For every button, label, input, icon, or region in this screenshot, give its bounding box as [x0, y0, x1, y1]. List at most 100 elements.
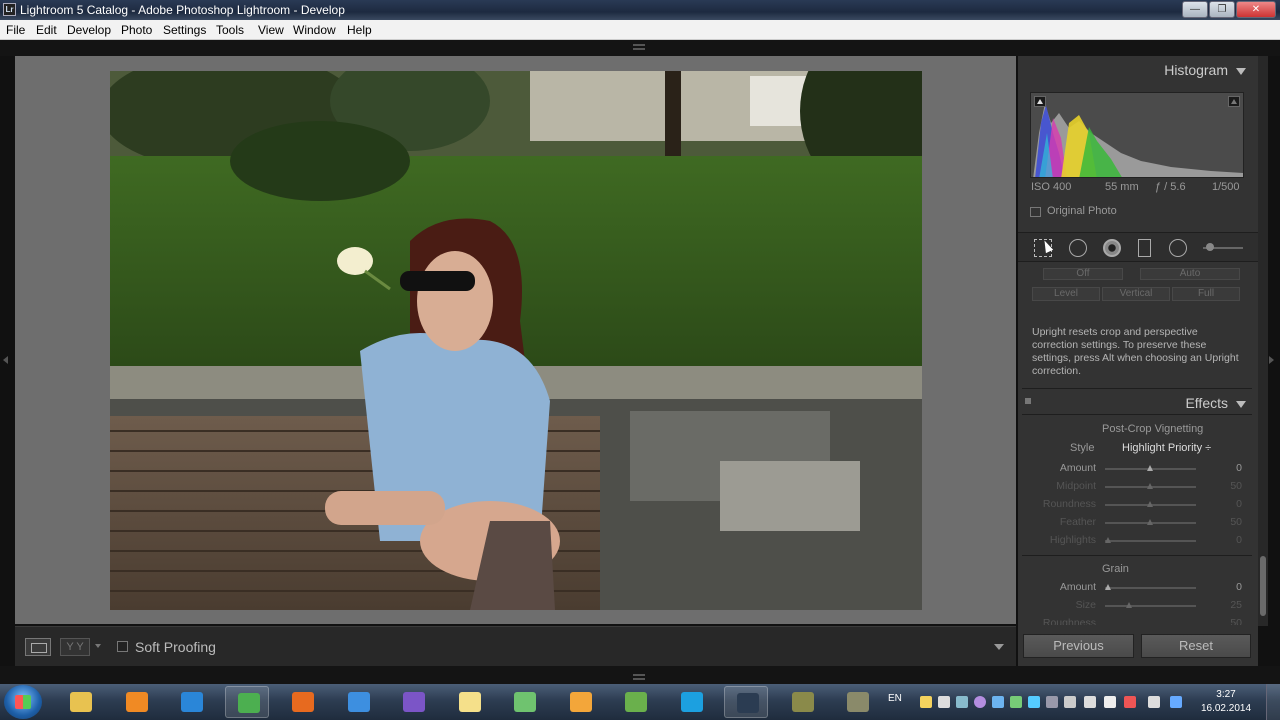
effects-header[interactable]: Effects — [1185, 395, 1246, 411]
adjustment-brush-icon[interactable] — [1203, 243, 1243, 251]
shadow-clipping-icon[interactable] — [1034, 96, 1046, 107]
vignette-highlights-slider[interactable]: Highlights 0 — [1018, 534, 1258, 550]
taskbar-viber-button[interactable] — [391, 686, 435, 718]
slider-knob[interactable] — [1126, 602, 1132, 608]
slider-value[interactable]: 50 — [1230, 480, 1242, 492]
taskbar-media-player-button[interactable] — [114, 686, 158, 718]
scrollbar-thumb[interactable] — [1260, 556, 1266, 616]
folder-tray-icon[interactable] — [920, 696, 932, 708]
language-indicator[interactable]: EN — [888, 693, 902, 704]
histogram[interactable] — [1030, 92, 1244, 178]
vignette-style-select[interactable]: Highlight Priority ÷ — [1122, 442, 1211, 454]
slider-knob[interactable] — [1105, 584, 1111, 590]
taskbar-archive-tool-2-button[interactable] — [835, 686, 879, 718]
bluetooth-icon[interactable] — [1170, 696, 1182, 708]
close-button[interactable]: ✕ — [1236, 1, 1276, 18]
taskbar-apps-grid-button[interactable] — [558, 686, 602, 718]
slider-track[interactable] — [1105, 605, 1196, 607]
bottom-panel-toggle-strip[interactable] — [0, 666, 1280, 684]
taskbar-explorer-button[interactable] — [58, 686, 102, 718]
taskbar-firefox-button[interactable] — [280, 686, 324, 718]
right-panel-toggle-icon[interactable] — [1269, 356, 1274, 364]
reset-button[interactable]: Reset — [1141, 634, 1251, 658]
taskbar-maps-button[interactable] — [502, 686, 546, 718]
upright-level-button[interactable]: Level — [1032, 287, 1100, 301]
grain-roughness-slider[interactable]: Roughness 50 — [1018, 617, 1258, 625]
collapse-triangle-icon[interactable] — [1236, 67, 1246, 75]
grain-amount-slider[interactable]: Amount 0 — [1018, 581, 1258, 597]
histogram-header[interactable]: Histogram — [1164, 62, 1246, 78]
upright-full-button[interactable]: Full — [1172, 287, 1240, 301]
taskbar-notes-button[interactable] — [447, 686, 491, 718]
upright-off-button[interactable]: Off — [1043, 268, 1123, 280]
soft-proofing-checkbox[interactable] — [117, 641, 128, 652]
start-button[interactable] — [4, 685, 42, 719]
upright-auto-button[interactable]: Auto — [1140, 268, 1240, 280]
slider-knob[interactable] — [1147, 519, 1153, 525]
taskbar-dropbox-button[interactable] — [336, 686, 380, 718]
photo-preview[interactable] — [110, 71, 922, 610]
upright-vertical-button[interactable]: Vertical — [1102, 287, 1170, 301]
slider-value[interactable]: 50 — [1230, 516, 1242, 528]
clock[interactable]: 3:27 16.02.2014 — [1200, 688, 1252, 716]
menu-help[interactable]: Help — [347, 23, 372, 37]
toolbar-options-dropdown-icon[interactable] — [994, 644, 1004, 650]
alert-icon[interactable] — [1124, 696, 1136, 708]
slider-track[interactable] — [1105, 587, 1196, 589]
vignette-roundness-slider[interactable]: Roundness 0 — [1018, 498, 1258, 514]
slider-value[interactable]: 0 — [1236, 462, 1242, 474]
tray-icon[interactable] — [1046, 696, 1058, 708]
taskbar-chrome-button[interactable] — [225, 686, 269, 718]
collapse-triangle-icon[interactable] — [1236, 400, 1246, 408]
slider-knob[interactable] — [1147, 465, 1153, 471]
taskbar-internet-explorer-button[interactable] — [169, 686, 213, 718]
left-panel-toggle-icon[interactable] — [3, 356, 8, 364]
speaker-icon[interactable] — [1148, 696, 1160, 708]
before-after-button[interactable]: Y Y — [60, 638, 90, 656]
menu-view[interactable]: View — [258, 23, 284, 37]
minimize-button[interactable]: — — [1182, 1, 1208, 18]
effects-toggle-switch[interactable] — [1025, 398, 1031, 404]
top-panel-toggle-strip[interactable] — [0, 40, 1280, 56]
taskbar-evernote-button[interactable] — [613, 686, 657, 718]
dropbox-tray-icon[interactable] — [992, 696, 1004, 708]
slider-value[interactable]: 50 — [1230, 617, 1242, 625]
slider-track[interactable] — [1105, 540, 1196, 542]
tray-icon[interactable] — [1028, 696, 1040, 708]
vignette-feather-slider[interactable]: Feather 50 — [1018, 516, 1258, 532]
spot-removal-icon[interactable] — [1069, 239, 1087, 257]
slider-knob[interactable] — [1105, 537, 1111, 543]
tray-icon[interactable] — [1064, 696, 1076, 708]
slider-value[interactable]: 0 — [1236, 534, 1242, 546]
slider-value[interactable]: 25 — [1230, 599, 1242, 611]
previous-button[interactable]: Previous — [1023, 634, 1134, 658]
right-panel-scrollbar[interactable] — [1258, 56, 1268, 626]
menu-develop[interactable]: Develop — [67, 23, 111, 37]
viber-tray-icon[interactable] — [974, 696, 986, 708]
power-icon[interactable] — [1104, 696, 1116, 708]
taskbar-skype-button[interactable] — [669, 686, 713, 718]
menu-photo[interactable]: Photo — [121, 23, 152, 37]
menu-settings[interactable]: Settings — [163, 23, 206, 37]
highlight-clipping-icon[interactable] — [1228, 96, 1240, 107]
tray-icon[interactable] — [1010, 696, 1022, 708]
menu-tools[interactable]: Tools — [216, 23, 244, 37]
slider-value[interactable]: 0 — [1236, 581, 1242, 593]
menu-edit[interactable]: Edit — [36, 23, 57, 37]
original-photo-checkbox[interactable] — [1030, 207, 1041, 217]
signal-icon[interactable] — [1084, 696, 1096, 708]
tray-icon[interactable] — [956, 696, 968, 708]
loupe-view-button[interactable] — [25, 638, 51, 656]
slider-knob[interactable] — [1147, 501, 1153, 507]
maximize-button[interactable]: ❐ — [1209, 1, 1235, 18]
red-eye-icon[interactable] — [1103, 239, 1121, 257]
vignette-midpoint-slider[interactable]: Midpoint 50 — [1018, 480, 1258, 496]
show-desktop-button[interactable] — [1266, 684, 1280, 720]
menu-window[interactable]: Window — [293, 23, 336, 37]
vignette-amount-slider[interactable]: Amount 0 — [1018, 462, 1258, 478]
radial-filter-icon[interactable] — [1169, 239, 1187, 257]
grain-size-slider[interactable]: Size 25 — [1018, 599, 1258, 615]
taskbar-archive-tool-button[interactable] — [780, 686, 824, 718]
before-after-dropdown-icon[interactable] — [95, 644, 101, 648]
menu-file[interactable]: File — [6, 23, 25, 37]
